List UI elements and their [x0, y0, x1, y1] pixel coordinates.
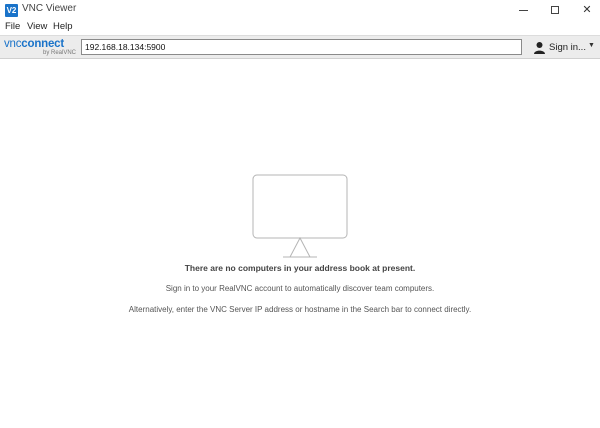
window-title: VNC Viewer	[22, 3, 77, 14]
logo-connect: connect	[21, 38, 64, 50]
monitor-icon	[252, 174, 348, 258]
minimize-button[interactable]	[505, 0, 541, 20]
vnc-app-icon: V2	[5, 4, 18, 17]
menu-file[interactable]: File	[5, 21, 20, 32]
search-address-input[interactable]	[81, 39, 522, 55]
title-bar: V2 VNC Viewer ✕	[0, 0, 600, 20]
logo-vnc: vnc	[4, 38, 22, 50]
empty-state-alt-hint: Alternatively, enter the VNC Server IP a…	[128, 305, 472, 314]
logo-wordmark: vncconnect	[4, 38, 64, 50]
empty-state-signin-hint: Sign in to your RealVNC account to autom…	[165, 284, 435, 293]
sign-in-label: Sign in...	[549, 42, 586, 53]
close-icon: ✕	[582, 4, 592, 16]
chevron-down-icon: ▼	[588, 42, 595, 49]
vnc-connect-logo: vncconnect by RealVNC	[4, 38, 78, 58]
sign-in-button[interactable]: Sign in... ▼	[533, 40, 597, 56]
toolbar: vncconnect by RealVNC Sign in... ▼	[0, 35, 600, 59]
user-icon	[534, 42, 545, 54]
menu-bar: File View Help	[0, 20, 600, 34]
maximize-icon	[551, 6, 559, 15]
close-button[interactable]: ✕	[569, 0, 600, 20]
menu-view[interactable]: View	[27, 21, 47, 32]
logo-byline: by RealVNC	[42, 50, 76, 56]
minimize-icon	[518, 9, 528, 11]
empty-state-title: There are no computers in your address b…	[184, 263, 416, 273]
menu-help[interactable]: Help	[53, 21, 73, 32]
maximize-button[interactable]	[537, 0, 573, 20]
